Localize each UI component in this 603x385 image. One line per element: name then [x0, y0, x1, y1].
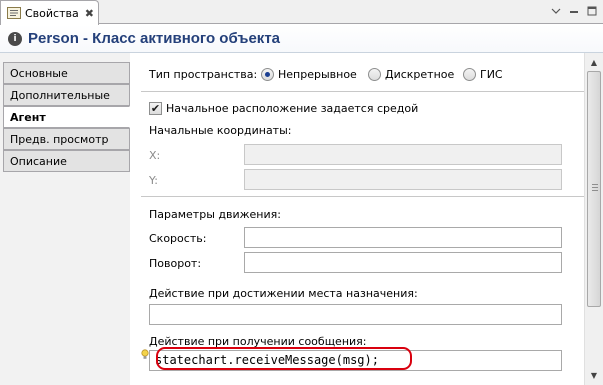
rotation-field[interactable] — [244, 252, 562, 273]
radio-continuous-label[interactable]: Непрерывное — [278, 68, 357, 81]
separator — [141, 91, 584, 92]
speed-field[interactable] — [244, 227, 562, 248]
view-menu-triangle-icon[interactable] — [548, 3, 564, 19]
section-tab-label: Предв. просмотр — [10, 132, 109, 146]
section-tab-additional[interactable]: Дополнительные — [3, 84, 130, 106]
section-tab-label: Описание — [10, 154, 67, 168]
rotation-label: Поворот: — [149, 257, 202, 270]
section-tabs: Основные Дополнительные Агент Предв. про… — [0, 53, 130, 385]
title-bar: i Person - Класс активного объекта — [0, 25, 603, 53]
agent-properties-panel: Тип пространства: Непрерывное Дискретное… — [131, 53, 584, 385]
section-tab-main[interactable]: Основные — [3, 62, 130, 84]
properties-icon — [6, 6, 22, 20]
initial-location-label[interactable]: Начальное расположение задается средой — [166, 102, 418, 115]
properties-tab[interactable]: Свойства ✖ — [0, 0, 99, 25]
section-tab-label: Основные — [10, 66, 68, 80]
page-title: Person - Класс активного объекта — [28, 30, 281, 47]
radio-discrete-label[interactable]: Дискретное — [385, 68, 454, 81]
speed-label: Скорость: — [149, 232, 207, 245]
movement-label: Параметры движения: — [149, 208, 281, 221]
y-label: Y: — [149, 174, 158, 187]
scroll-down-icon[interactable]: ▼ — [585, 367, 603, 383]
scroll-up-icon[interactable]: ▲ — [585, 54, 603, 70]
initial-location-checkbox[interactable]: ✔ — [149, 102, 162, 115]
section-tab-label: Агент — [10, 110, 46, 124]
highlight-ring — [156, 347, 412, 370]
y-field — [244, 169, 562, 190]
x-label: X: — [149, 149, 161, 162]
separator — [141, 196, 584, 197]
x-field — [244, 144, 562, 165]
section-tab-preview[interactable]: Предв. просмотр — [3, 128, 130, 150]
radio-gis[interactable] — [463, 68, 476, 81]
minimize-icon[interactable] — [566, 3, 582, 19]
section-tab-label: Дополнительные — [10, 88, 110, 102]
maximize-icon[interactable] — [584, 3, 600, 19]
on-arrival-label: Действие при достижении места назначения… — [149, 287, 418, 300]
grip-line — [592, 184, 598, 185]
lightbulb-icon — [141, 349, 149, 363]
space-type-label: Тип пространства: — [149, 68, 258, 81]
radio-discrete[interactable] — [368, 68, 381, 81]
on-arrival-field[interactable] — [149, 304, 562, 325]
section-tab-agent[interactable]: Агент — [3, 106, 130, 128]
close-icon[interactable]: ✖ — [85, 7, 94, 20]
grip-line — [592, 187, 598, 188]
initial-coords-label: Начальные координаты: — [149, 124, 292, 137]
info-icon: i — [8, 31, 22, 46]
view-tab-bar: Свойства ✖ — [0, 0, 603, 25]
grip-line — [592, 190, 598, 191]
section-tab-description[interactable]: Описание — [3, 150, 130, 172]
scroll-thumb[interactable] — [587, 71, 601, 307]
vertical-scrollbar[interactable]: ▲ ▼ — [584, 53, 603, 385]
radio-continuous[interactable] — [261, 68, 274, 81]
radio-gis-label[interactable]: ГИС — [480, 68, 503, 81]
tab-label: Свойства — [25, 6, 79, 20]
